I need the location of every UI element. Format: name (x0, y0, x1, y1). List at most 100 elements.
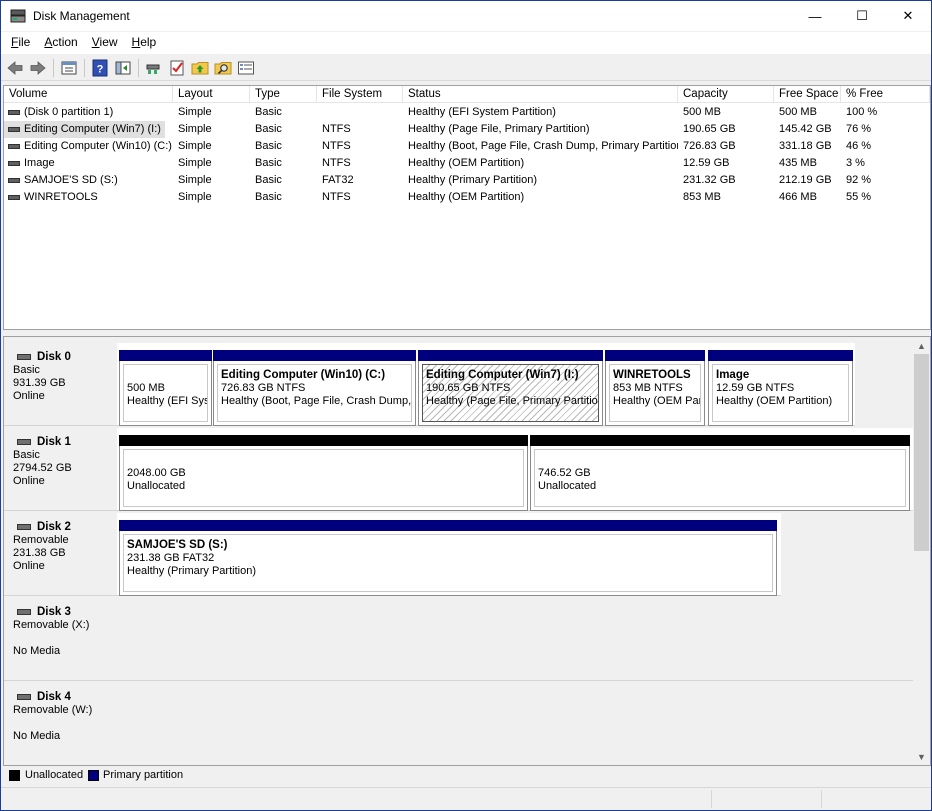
disk-label-3[interactable]: Disk 3 Removable (X:) No Media (4, 598, 117, 681)
partition-size: 746.52 GB (538, 467, 591, 479)
scroll-down-arrow[interactable]: ▼ (913, 748, 930, 765)
cell-text: 500 MB (683, 106, 721, 118)
column-header-volume[interactable]: Volume (4, 86, 173, 103)
menu-file[interactable]: File (1, 32, 37, 54)
cell-capacity: 231.32 GB (678, 172, 774, 189)
column-header-status[interactable]: Status (403, 86, 678, 103)
partition-size: 190.65 GB NTFS (426, 382, 511, 394)
partition-body: Editing Computer (Win10) (C:) 726.83 GB N… (213, 361, 416, 426)
cell-type: Basic (250, 172, 317, 189)
partition-body: Image 12.59 GB NTFS Healthy (OEM Partition… (708, 361, 853, 426)
cell-volume: SAMJOE'S SD (S:) (4, 172, 122, 189)
cell-layout: Simple (173, 104, 250, 121)
partition-name: WINRETOOLS (613, 369, 691, 381)
minimize-button[interactable]: — (792, 1, 838, 31)
pane-splitter[interactable] (1, 331, 931, 335)
cell-volume: Image (4, 155, 59, 172)
partition-body: 2048.00 GB Unallocated (119, 446, 528, 511)
partition-block[interactable]: SAMJOE'S SD (S:) 231.38 GB FAT32 Healthy (… (119, 520, 777, 596)
table-row[interactable]: Editing Computer (Win10) (C:) Simple Basic… (4, 138, 930, 155)
partition-info: Editing Computer (Win7) (I:) 190.65 GB NT… (422, 364, 599, 422)
scrollbar-thumb[interactable] (914, 354, 929, 551)
connect-icon[interactable] (145, 59, 163, 77)
column-header-file-system[interactable]: File System (317, 86, 403, 103)
column-header-capacity[interactable]: Capacity (678, 86, 774, 103)
vertical-scrollbar[interactable]: ▲ ▼ (913, 337, 930, 765)
cell-layout: Simple (173, 189, 250, 206)
maximize-button[interactable]: ☐ (839, 1, 885, 31)
menu-help[interactable]: Help (125, 32, 164, 54)
column-header-type[interactable]: Type (250, 86, 317, 103)
toolbar-separator (53, 59, 54, 77)
table-row[interactable]: WINRETOOLS Simple Basic NTFS Healthy (OEM Pa… (4, 189, 930, 206)
help-icon[interactable]: ? (91, 59, 109, 77)
disk-name-text: Disk 1 (37, 436, 71, 448)
column-header-free-space[interactable]: Free Space (774, 86, 841, 103)
list-view-icon[interactable] (237, 59, 255, 77)
partition-block[interactable]: 2048.00 GB Unallocated (119, 435, 528, 511)
cell-text: Healthy (OEM Partition) (408, 191, 525, 203)
disk-partition-strip-1: 2048.00 GB Unallocated 746.52 GB Unallocate… (117, 428, 913, 511)
partition-body: 500 MB Healthy (EFI Sys (119, 361, 212, 426)
partition-block[interactable]: 746.52 GB Unallocated (530, 435, 910, 511)
close-button[interactable]: ✕ (885, 1, 931, 31)
back-icon[interactable] (6, 59, 24, 77)
cell-text: 46 % (846, 140, 872, 152)
partition-block[interactable]: Editing Computer (Win7) (I:) 190.65 GB NT… (418, 350, 603, 426)
partition-size: 726.83 GB NTFS (221, 382, 306, 394)
disk-icon (17, 354, 31, 360)
show-pane-icon[interactable] (114, 59, 132, 77)
partition-block[interactable]: Image 12.59 GB NTFS Healthy (OEM Partition… (708, 350, 853, 426)
table-row[interactable]: Image Simple Basic NTFS Healthy (OEM Partiti… (4, 155, 930, 172)
table-row[interactable]: (Disk 0 partition 1) Simple Basic Healthy (… (4, 104, 930, 121)
partition-status: Healthy (OEM Partition) (716, 395, 833, 407)
cell-percent-free: 3 % (841, 155, 930, 172)
cell-text: NTFS (322, 140, 351, 152)
table-row[interactable]: SAMJOE'S SD (S:) Simple Basic FAT32 Healthy … (4, 172, 930, 189)
unallocated-bar (119, 435, 528, 446)
properties-icon[interactable] (60, 59, 78, 77)
disk-label-4[interactable]: Disk 4 Removable (W:) No Media (4, 683, 117, 765)
disk-icon (17, 694, 31, 700)
cell-file-system: NTFS (317, 155, 403, 172)
partition-block[interactable]: WINRETOOLS 853 MB NTFS Healthy (OEM Parl (605, 350, 705, 426)
cell-text: Image (24, 157, 55, 169)
menu-action[interactable]: Action (37, 32, 84, 54)
cell-file-system: FAT32 (317, 172, 403, 189)
search-folder-icon[interactable] (214, 59, 232, 77)
disk-name: Disk 1 (13, 436, 117, 449)
folder-up-icon[interactable] (191, 59, 209, 77)
volume-icon (8, 178, 20, 183)
cell-percent-free: 46 % (841, 138, 930, 155)
forward-icon[interactable] (29, 59, 47, 77)
menu-view[interactable]: View (85, 32, 125, 54)
disk-type: Basic (13, 364, 40, 376)
check-icon[interactable] (168, 59, 186, 77)
partition-block[interactable]: Editing Computer (Win10) (C:) 726.83 GB N… (213, 350, 416, 426)
disk-name-text: Disk 2 (37, 521, 71, 533)
partition-block[interactable]: 500 MB Healthy (EFI Sys (119, 350, 212, 426)
partition-size: 231.38 GB FAT32 (127, 552, 215, 564)
disk-name: Disk 2 (13, 521, 117, 534)
status-bar (1, 787, 931, 810)
disk-status: Online (13, 390, 45, 402)
disk-label-2[interactable]: Disk 2 Removable 231.38 GB Online (4, 513, 117, 596)
table-row[interactable]: Editing Computer (Win7) (I:) Simple Basic N… (4, 121, 930, 138)
chevron-down-icon: ▼ (917, 751, 926, 762)
cell-text: Basic (255, 174, 282, 186)
volume-icon (8, 161, 20, 166)
cell-type: Basic (250, 104, 317, 121)
column-header-layout[interactable]: Layout (173, 86, 250, 103)
volume-list[interactable]: Volume Layout Type File System Status Ca… (3, 85, 931, 330)
cell-text: 435 MB (779, 157, 817, 169)
disk-label-1[interactable]: Disk 1 Basic 2794.52 GB Online (4, 428, 117, 511)
disk-partition-strip-2: SAMJOE'S SD (S:) 231.38 GB FAT32 Healthy (… (117, 513, 781, 596)
cell-text: 92 % (846, 174, 872, 186)
volume-icon (8, 110, 20, 115)
partition-size: 2048.00 GB (127, 467, 186, 479)
cell-volume: (Disk 0 partition 1) (4, 104, 117, 121)
disk-label-0[interactable]: Disk 0 Basic 931.39 GB Online (4, 343, 117, 426)
scroll-up-arrow[interactable]: ▲ (913, 337, 930, 354)
cell-percent-free: 100 % (841, 104, 930, 121)
column-header-percent-free[interactable]: % Free (841, 86, 930, 103)
